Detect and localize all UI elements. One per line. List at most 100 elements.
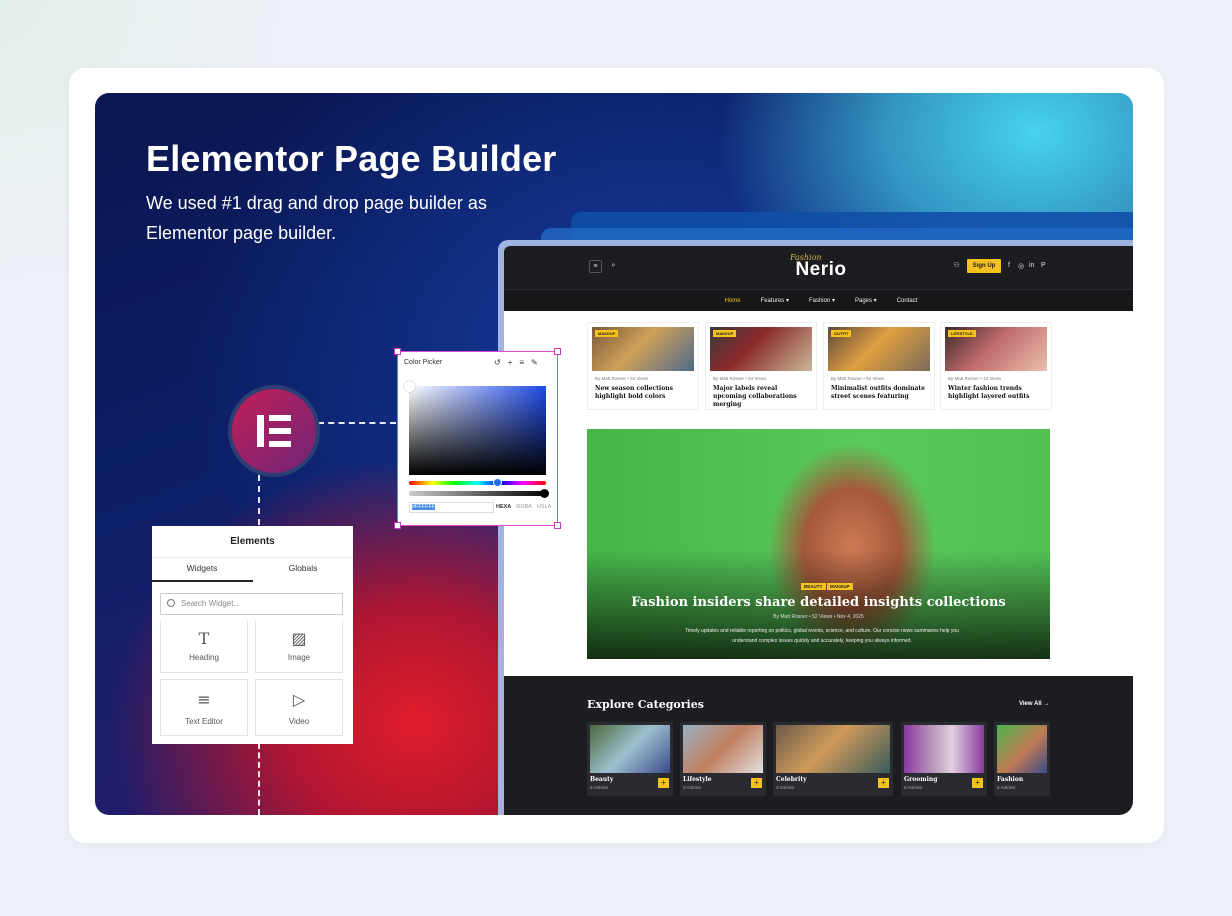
search-placeholder: Search Widget... bbox=[181, 599, 241, 608]
post-title[interactable]: Minimalist outfits dominate street scene… bbox=[831, 385, 929, 401]
hex-value: #FFFFFF bbox=[412, 504, 436, 510]
user-icon[interactable]: ⚇ bbox=[950, 260, 963, 273]
post-tag[interactable]: MAKEUP bbox=[595, 330, 619, 337]
category-count: 8 Articles bbox=[904, 785, 923, 790]
widget-heading[interactable]: T Heading bbox=[160, 621, 248, 673]
category-card[interactable]: Lifestyle 3 Articles + bbox=[680, 722, 766, 796]
post-meta: By Matt Rosner • 64 Views bbox=[713, 376, 767, 381]
search-widget-input[interactable]: Search Widget... bbox=[160, 593, 343, 615]
category-name: Grooming bbox=[904, 776, 938, 783]
category-name: Beauty bbox=[590, 776, 614, 783]
post-tag[interactable]: BEAUTY bbox=[801, 583, 826, 590]
resize-handle[interactable] bbox=[394, 348, 401, 355]
eyedropper-icon[interactable]: ✎ bbox=[531, 358, 538, 367]
signup-button[interactable]: Sign Up bbox=[967, 259, 1001, 273]
nav-features[interactable]: Features ▾ bbox=[761, 290, 789, 312]
view-all-link[interactable]: View All → bbox=[1019, 701, 1049, 707]
resize-handle[interactable] bbox=[554, 522, 561, 529]
category-name: Celebrity bbox=[776, 776, 807, 783]
color-picker-title: Color Picker bbox=[404, 359, 443, 366]
mode-rgba[interactable]: RGBA bbox=[516, 504, 532, 510]
category-card[interactable]: Beauty 8 Articles + bbox=[587, 722, 673, 796]
facebook-icon[interactable]: f bbox=[1008, 262, 1010, 269]
category-name: Lifestyle bbox=[683, 776, 712, 783]
post-tag[interactable]: MAKEUP bbox=[713, 330, 737, 337]
pinterest-icon[interactable]: P bbox=[1041, 262, 1046, 269]
linkedin-icon[interactable]: in bbox=[1029, 262, 1034, 269]
widget-video[interactable]: ▷ Video bbox=[255, 679, 343, 736]
plus-icon[interactable]: + bbox=[878, 778, 889, 788]
divider bbox=[152, 557, 353, 558]
category-count: 3 Articles bbox=[776, 785, 795, 790]
alpha-slider[interactable] bbox=[409, 489, 549, 498]
plus-icon[interactable]: + bbox=[658, 778, 669, 788]
nav-home[interactable]: Home bbox=[725, 290, 741, 312]
website-preview: ≡ ⌕ Fashion Nerio ⚇ Sign Up f ◎ in P Hom… bbox=[504, 246, 1133, 815]
add-icon[interactable]: + bbox=[508, 358, 513, 367]
post-card[interactable]: LIFESTYLE By Matt Rosner • 12 Views Wint… bbox=[940, 322, 1052, 410]
post-card[interactable]: MAKEUP By Matt Rosner • 64 Views Major l… bbox=[705, 322, 817, 410]
color-picker[interactable]: Color Picker ↺ + ≡ ✎ #FFFFFF HEXA RGBA H… bbox=[394, 348, 561, 529]
widget-text-editor[interactable]: ≡ Text Editor bbox=[160, 679, 248, 736]
category-card[interactable]: Fashion 6 Articles bbox=[994, 722, 1050, 796]
category-card[interactable]: Grooming 8 Articles + bbox=[901, 722, 987, 796]
featured-description: Timely updates and reliable reporting on… bbox=[685, 628, 959, 644]
hue-handle[interactable] bbox=[493, 478, 502, 487]
image-icon: ▨ bbox=[291, 629, 307, 648]
search-icon bbox=[167, 599, 175, 607]
widget-image[interactable]: ▨ Image bbox=[255, 621, 343, 673]
post-title[interactable]: Major labels reveal upcoming collaborati… bbox=[713, 385, 811, 409]
nav-contact[interactable]: Contact bbox=[897, 290, 918, 312]
category-count: 3 Articles bbox=[683, 785, 702, 790]
widget-label: Text Editor bbox=[185, 717, 223, 726]
resize-handle[interactable] bbox=[394, 522, 401, 529]
mode-hexa[interactable]: HEXA bbox=[496, 504, 511, 510]
post-card[interactable]: OUTFIT By Matt Rosner • 52 Views Minimal… bbox=[823, 322, 935, 410]
panel-title: Elements bbox=[230, 536, 275, 547]
video-icon: ▷ bbox=[292, 690, 306, 709]
post-tag[interactable]: LIFESTYLE bbox=[948, 330, 976, 337]
resize-handle[interactable] bbox=[554, 348, 561, 355]
category-name: Fashion bbox=[997, 776, 1024, 783]
post-meta: By Matt Rosner • 52 Views bbox=[595, 376, 649, 381]
post-tag[interactable]: MAKEUP bbox=[827, 583, 853, 590]
hue-slider[interactable] bbox=[409, 478, 546, 487]
site-logo[interactable]: Nerio bbox=[504, 259, 1133, 281]
post-meta: By Matt Rosner • 12 Views bbox=[948, 376, 1002, 381]
categories-title: Explore Categories bbox=[587, 698, 704, 711]
mode-hsla[interactable]: HSLA bbox=[537, 504, 551, 510]
elements-panel: Elements Widgets Globals Search Widget..… bbox=[152, 526, 353, 744]
hero-title: Elementor Page Builder bbox=[146, 138, 557, 179]
hex-input[interactable]: #FFFFFF bbox=[409, 502, 494, 513]
post-tag[interactable]: OUTFIT bbox=[831, 330, 852, 337]
category-count: 8 Articles bbox=[590, 785, 609, 790]
post-title[interactable]: Winter fashion trends highlight layered … bbox=[948, 385, 1046, 401]
tab-widgets[interactable]: Widgets bbox=[152, 563, 252, 573]
connector-line bbox=[258, 743, 260, 815]
category-image bbox=[904, 725, 984, 773]
nav-pages[interactable]: Pages ▾ bbox=[855, 290, 877, 312]
featured-title[interactable]: Fashion insiders share detailed insights… bbox=[587, 595, 1050, 610]
connector-line bbox=[258, 475, 260, 525]
category-image bbox=[776, 725, 890, 773]
elementor-logo bbox=[228, 385, 320, 477]
category-card[interactable]: Celebrity 3 Articles + bbox=[773, 722, 893, 796]
category-image bbox=[997, 725, 1047, 773]
saturation-handle[interactable] bbox=[404, 381, 415, 392]
featured-post[interactable]: BEAUTY MAKEUP Fashion insiders share det… bbox=[587, 429, 1050, 659]
reset-icon[interactable]: ↺ bbox=[494, 358, 501, 367]
browser-mockup: ≡ ⌕ Fashion Nerio ⚇ Sign Up f ◎ in P Hom… bbox=[498, 240, 1133, 815]
tab-globals[interactable]: Globals bbox=[253, 563, 353, 573]
categories-section: Explore Categories View All → Beauty 8 A… bbox=[504, 676, 1133, 815]
instagram-icon[interactable]: ◎ bbox=[1018, 262, 1024, 270]
saturation-area[interactable] bbox=[404, 381, 546, 475]
connector-line bbox=[318, 422, 396, 424]
plus-icon[interactable]: + bbox=[751, 778, 762, 788]
active-tab-indicator bbox=[152, 580, 253, 582]
nav-fashion[interactable]: Fashion ▾ bbox=[809, 290, 835, 312]
post-title[interactable]: New season collections highlight bold co… bbox=[595, 385, 693, 401]
post-card[interactable]: MAKEUP By Matt Rosner • 52 Views New sea… bbox=[587, 322, 699, 410]
list-icon[interactable]: ≡ bbox=[519, 358, 524, 367]
alpha-handle[interactable] bbox=[540, 489, 549, 498]
plus-icon[interactable]: + bbox=[972, 778, 983, 788]
